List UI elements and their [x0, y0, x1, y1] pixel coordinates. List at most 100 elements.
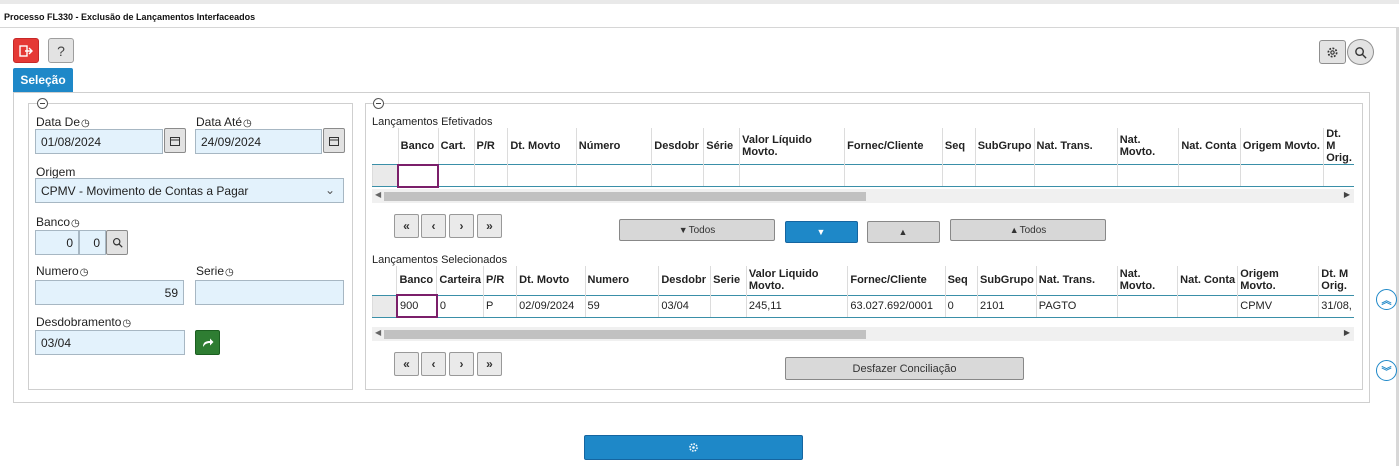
table-cell[interactable]: [507, 164, 577, 187]
column-header[interactable]: Dt. M Orig.: [1323, 128, 1354, 165]
data-ate-input[interactable]: 24/09/2024: [195, 129, 322, 154]
settings-button[interactable]: [1319, 40, 1346, 64]
table-row[interactable]: [372, 163, 1354, 188]
select-one-button[interactable]: ▼: [785, 221, 858, 243]
column-header[interactable]: SubGrupo: [974, 128, 1034, 165]
column-header[interactable]: Nat. Movto.: [1116, 128, 1179, 165]
numero-input[interactable]: 59: [35, 280, 184, 305]
column-header[interactable]: Valor Liquido Movto.: [745, 266, 848, 295]
scroll-thumb[interactable]: [384, 192, 866, 201]
table-cell[interactable]: 900: [395, 294, 438, 318]
table-cell[interactable]: [1323, 164, 1354, 187]
column-header[interactable]: Dt. Movto: [507, 128, 577, 165]
go-button[interactable]: [195, 330, 220, 355]
table-cell[interactable]: 0: [436, 294, 484, 318]
column-header[interactable]: Seq: [944, 266, 978, 295]
column-header[interactable]: Nat. Conta: [1178, 128, 1241, 165]
table-cell[interactable]: [473, 164, 508, 187]
next-page-button[interactable]: ›: [449, 214, 474, 238]
banco-digit-input[interactable]: 0: [79, 230, 106, 255]
column-header[interactable]: Origem Movto.: [1239, 128, 1324, 165]
table-cell[interactable]: [1178, 164, 1241, 187]
table-cell[interactable]: 31/08,: [1318, 294, 1354, 318]
column-header[interactable]: Nat. Movto.: [1116, 266, 1178, 295]
table-cell[interactable]: [844, 164, 943, 187]
last-page-button[interactable]: »: [477, 214, 502, 238]
column-header[interactable]: Desdobr: [651, 128, 704, 165]
desdobramento-input[interactable]: 03/04: [35, 330, 185, 355]
selecionados-hscroll[interactable]: ◀ ▶: [372, 327, 1354, 341]
column-header[interactable]: P/R: [473, 128, 508, 165]
last-page-button[interactable]: »: [477, 352, 502, 376]
table-cell[interactable]: 03/04: [658, 294, 711, 318]
banco-input[interactable]: 0: [35, 230, 79, 255]
table-cell[interactable]: [703, 164, 740, 187]
table-cell[interactable]: 245,11: [745, 294, 848, 318]
collapse-filter-icon[interactable]: [37, 98, 48, 109]
scroll-up-button[interactable]: ︽: [1376, 289, 1397, 310]
table-cell[interactable]: [739, 164, 845, 187]
scroll-right-icon[interactable]: ▶: [1344, 328, 1350, 337]
column-header[interactable]: Valor Líquido Movto.: [739, 128, 845, 165]
efetivados-hscroll[interactable]: ◀ ▶: [372, 189, 1354, 203]
help-button[interactable]: ?: [48, 38, 74, 63]
scroll-down-button[interactable]: ︾: [1376, 360, 1397, 381]
table-row[interactable]: 900 0 P 02/09/2024 59 03/04 245,11 63.02…: [372, 294, 1354, 318]
column-header[interactable]: Dt. M Orig.: [1318, 266, 1354, 295]
tab-selecao[interactable]: Seleção: [13, 68, 73, 92]
column-header[interactable]: Nat. Conta: [1177, 266, 1238, 295]
select-all-button[interactable]: ▼ Todos: [619, 219, 775, 241]
column-header[interactable]: Banco: [396, 266, 437, 295]
table-cell[interactable]: [710, 294, 747, 318]
column-header[interactable]: Banco: [397, 128, 439, 165]
table-cell[interactable]: 59: [584, 294, 659, 318]
desfazer-conciliacao-button[interactable]: Desfazer Conciliação: [785, 357, 1024, 380]
table-cell[interactable]: [651, 164, 704, 187]
column-header[interactable]: Seq: [941, 128, 976, 165]
first-page-button[interactable]: «: [394, 214, 419, 238]
data-ate-calendar-button[interactable]: [323, 128, 345, 153]
column-header[interactable]: Origem Movto.: [1237, 266, 1319, 295]
column-header[interactable]: Dt. Movto: [516, 266, 586, 295]
table-cell[interactable]: [1116, 164, 1179, 187]
table-cell[interactable]: 63.027.692/0001: [847, 294, 946, 318]
execute-button[interactable]: [584, 435, 803, 460]
table-cell[interactable]: [1177, 294, 1238, 318]
table-cell[interactable]: 02/09/2024: [516, 294, 586, 318]
data-de-calendar-button[interactable]: [164, 128, 186, 153]
column-header[interactable]: P/R: [482, 266, 517, 295]
scroll-right-icon[interactable]: ▶: [1344, 190, 1350, 199]
remove-one-button[interactable]: ▲: [867, 221, 940, 243]
table-cell[interactable]: [437, 164, 475, 187]
exit-button[interactable]: [13, 38, 39, 63]
table-cell[interactable]: P: [482, 294, 517, 318]
column-header[interactable]: Serie: [710, 266, 747, 295]
remove-all-button[interactable]: ▲ Todos: [950, 219, 1106, 241]
first-page-button[interactable]: «: [394, 352, 419, 376]
column-header[interactable]: Fornec/Cliente: [847, 266, 946, 295]
table-cell[interactable]: [1239, 164, 1324, 187]
origem-select[interactable]: CPMV - Movimento de Contas a Pagar ⌄: [35, 178, 344, 203]
serie-input[interactable]: [195, 280, 344, 305]
column-header[interactable]: Desdobr: [658, 266, 711, 295]
table-cell[interactable]: CPMV: [1237, 294, 1319, 318]
next-page-button[interactable]: ›: [449, 352, 474, 376]
scroll-thumb[interactable]: [384, 330, 866, 339]
column-header[interactable]: Carteira: [436, 266, 484, 295]
prev-page-button[interactable]: ‹: [421, 352, 446, 376]
column-header[interactable]: Numero: [584, 266, 659, 295]
table-cell[interactable]: PAGTO: [1035, 294, 1118, 318]
table-cell[interactable]: [575, 164, 652, 187]
table-cell[interactable]: [397, 163, 440, 188]
column-header[interactable]: Fornec/Cliente: [844, 128, 943, 165]
column-header[interactable]: Nat. Trans.: [1033, 128, 1118, 165]
table-cell[interactable]: [941, 164, 976, 187]
data-de-input[interactable]: 01/08/2024: [35, 129, 163, 154]
search-button[interactable]: [1347, 39, 1374, 65]
column-header[interactable]: Nat. Trans.: [1035, 266, 1118, 295]
scroll-left-icon[interactable]: ◀: [375, 190, 381, 199]
table-cell[interactable]: [1033, 164, 1118, 187]
table-cell[interactable]: [974, 164, 1034, 187]
column-header[interactable]: SubGrupo: [977, 266, 1037, 295]
table-cell[interactable]: [1116, 294, 1178, 318]
